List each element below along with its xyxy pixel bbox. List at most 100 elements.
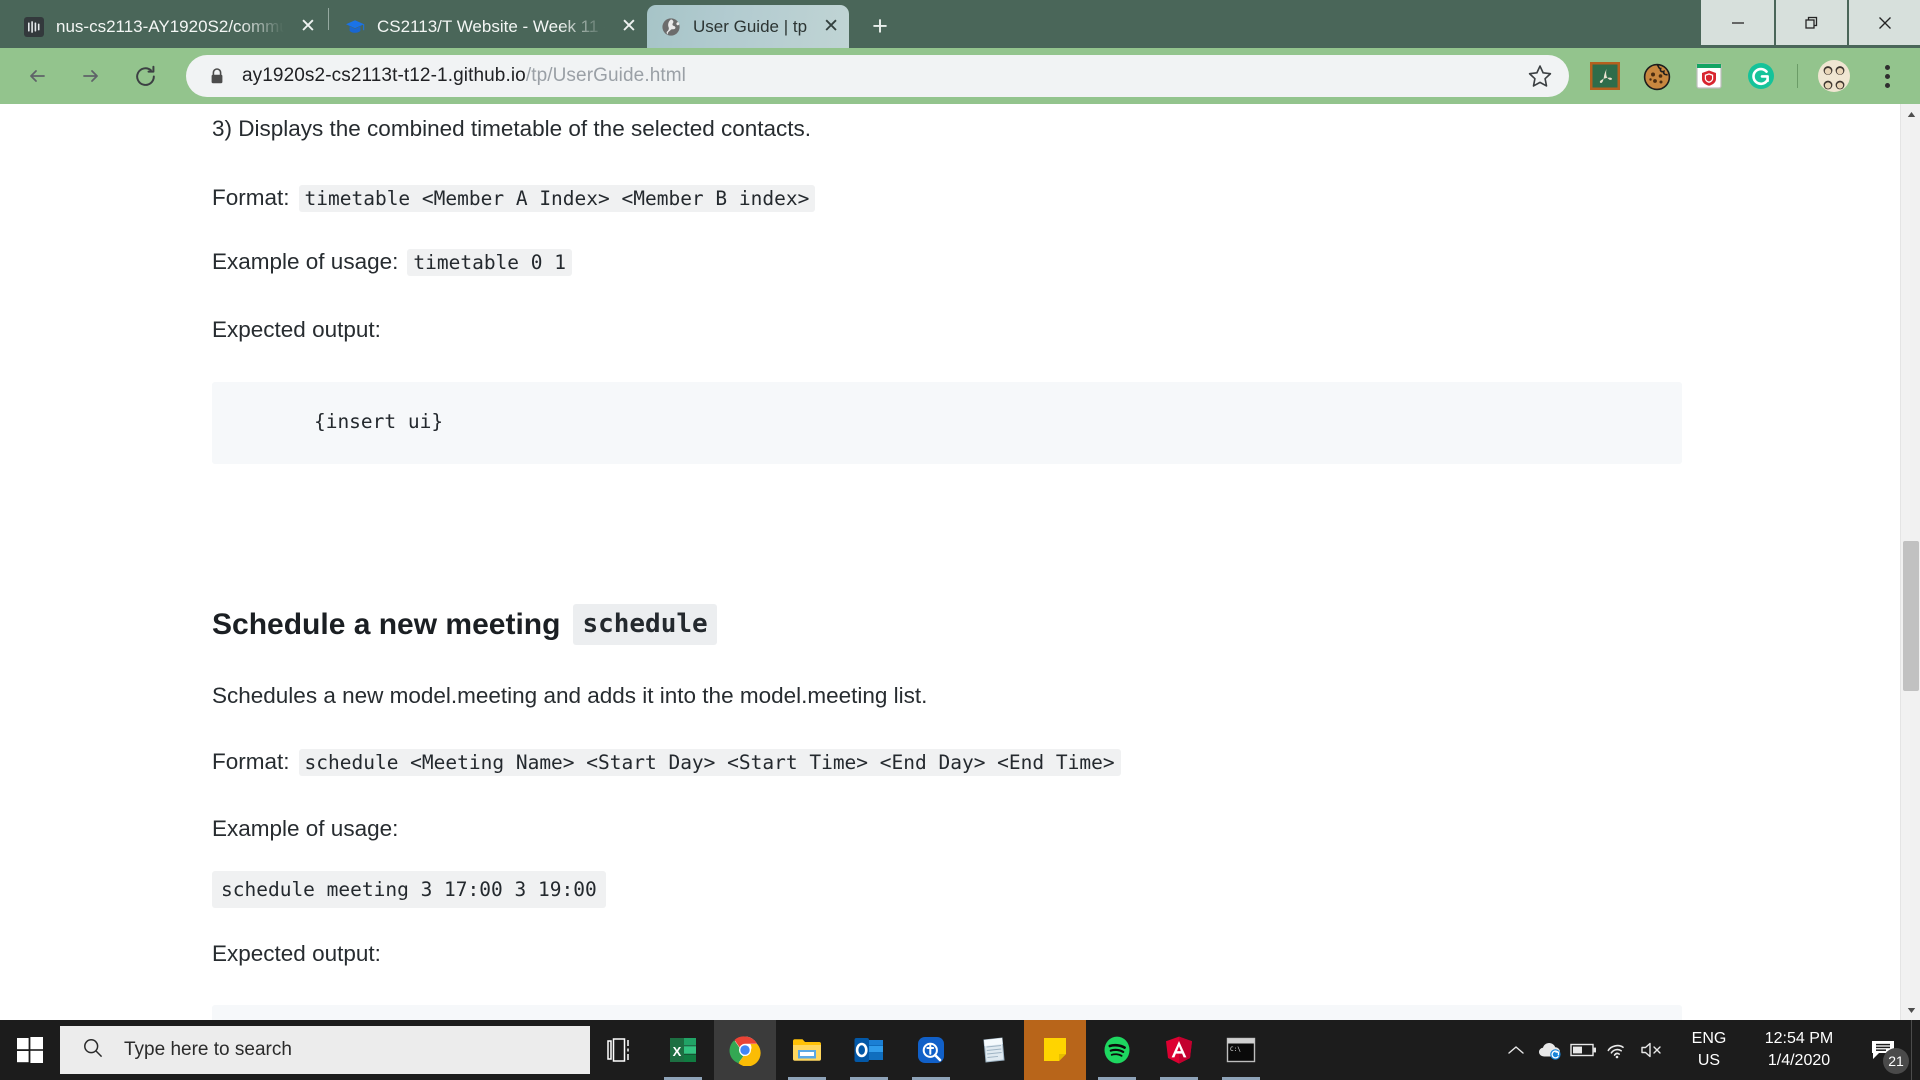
example-line-timetable: Example of usage: timetable 0 1 <box>212 249 1682 276</box>
tab-title: nus-cs2113-AY1920S2/communit <box>56 17 284 37</box>
excel-icon[interactable]: X <box>652 1020 714 1080</box>
code-block-example-schedule-wrap: schedule meeting 3 17:00 3 19:00 <box>212 878 1682 901</box>
format-code: timetable <Member A Index> <Member B ind… <box>299 185 816 212</box>
menu-dot <box>1885 83 1890 88</box>
tab-close-button[interactable]: ✕ <box>817 13 845 41</box>
example-label: Example of usage: <box>212 249 398 275</box>
volume-muted-icon[interactable] <box>1635 1020 1669 1080</box>
file-explorer-icon[interactable] <box>776 1020 838 1080</box>
format-label: Format: <box>212 185 290 211</box>
language-line-2: US <box>1698 1050 1720 1072</box>
angular-icon[interactable] <box>1148 1020 1210 1080</box>
format-line-timetable: Format: timetable <Member A Index> <Memb… <box>212 185 1682 212</box>
clock[interactable]: 12:54 PM 1/4/2020 <box>1743 1028 1855 1071</box>
forward-button[interactable] <box>70 55 112 97</box>
back-button[interactable] <box>16 55 58 97</box>
kebab-menu-icon[interactable] <box>1870 65 1904 88</box>
reload-button[interactable] <box>124 55 166 97</box>
minimize-button[interactable] <box>1701 0 1774 45</box>
outlook-icon[interactable] <box>838 1020 900 1080</box>
url-path: /tp/UserGuide.html <box>526 65 686 86</box>
cookie-icon[interactable] <box>1639 58 1675 94</box>
adobe-acrobat-icon[interactable] <box>1587 58 1623 94</box>
browser-tab-github[interactable]: nus-cs2113-AY1920S2/communit ✕ <box>10 5 326 48</box>
battery-icon[interactable] <box>1567 1020 1601 1080</box>
search-icon <box>82 1037 104 1064</box>
tray-chevron-up-icon[interactable] <box>1499 1020 1533 1080</box>
onedrive-icon[interactable] <box>1533 1020 1567 1080</box>
toolbar-divider <box>1797 64 1798 88</box>
scrollbar-down-arrow[interactable] <box>1901 1000 1920 1020</box>
avatar-icon[interactable] <box>1816 58 1852 94</box>
chrome-icon[interactable] <box>714 1020 776 1080</box>
globe-icon <box>661 17 681 37</box>
example-code: timetable 0 1 <box>407 249 572 276</box>
restore-button[interactable] <box>1774 0 1847 45</box>
scrollbar-up-arrow[interactable] <box>1901 104 1920 124</box>
format-code: schedule <Meeting Name> <Start Day> <Sta… <box>299 749 1121 776</box>
windows-taskbar: Type here to search X <box>0 1020 1920 1080</box>
code-block-example-schedule: schedule meeting 3 17:00 3 19:00 <box>212 871 606 908</box>
section-heading-schedule: Schedule a new meeting schedule <box>212 604 1682 646</box>
task-view-icon[interactable] <box>590 1020 652 1080</box>
heading-command-tag: schedule <box>573 604 716 646</box>
graduation-cap-icon <box>345 17 365 37</box>
tab-title: CS2113/T Website - Week 11 - Pr <box>377 17 605 37</box>
notification-badge: 21 <box>1883 1048 1909 1074</box>
url-host: ay1920s2-cs2113t-t12-1.github.io <box>242 65 526 86</box>
browser-toolbar: ay1920s2-cs2113t-t12-1.github.io/tp/User… <box>0 48 1920 104</box>
example-usage-label-2: Example of usage: <box>212 812 1682 846</box>
window-controls <box>1701 0 1920 48</box>
tab-close-button[interactable]: ✕ <box>615 13 643 41</box>
new-tab-button[interactable]: + <box>861 7 899 45</box>
expected-output-label-1: Expected output: <box>212 313 1682 347</box>
vertical-scrollbar[interactable] <box>1900 104 1920 1020</box>
notepad-icon[interactable] <box>962 1020 1024 1080</box>
search-placeholder-text: Type here to search <box>124 1039 292 1061</box>
browser-tab-cs2113t-website[interactable]: CS2113/T Website - Week 11 - Pr ✕ <box>331 5 647 48</box>
command-prompt-icon[interactable]: C:\ <box>1210 1020 1272 1080</box>
tab-strip: nus-cs2113-AY1920S2/communit ✕ CS2113/T … <box>0 0 1920 48</box>
format-label: Format: <box>212 749 290 775</box>
address-bar[interactable]: ay1920s2-cs2113t-t12-1.github.io/tp/User… <box>186 55 1569 97</box>
wifi-icon[interactable] <box>1601 1020 1635 1080</box>
language-line-1: ENG <box>1692 1028 1727 1050</box>
page-viewport: 3) Displays the combined timetable of th… <box>0 104 1920 1020</box>
shield-icon[interactable] <box>1691 58 1727 94</box>
code-block-expected-output-1: {insert ui} <box>212 382 1682 464</box>
teams-icon[interactable] <box>900 1020 962 1080</box>
paragraph-timetable-desc: 3) Displays the combined timetable of th… <box>212 112 1682 146</box>
tab-divider <box>328 8 329 30</box>
heading-text: Schedule a new meeting <box>212 605 560 644</box>
tab-close-button[interactable]: ✕ <box>294 13 322 41</box>
format-line-schedule: Format: schedule <Meeting Name> <Start D… <box>212 749 1682 776</box>
expected-output-label-2: Expected output: <box>212 937 1682 971</box>
spotify-icon[interactable] <box>1086 1020 1148 1080</box>
svg-text:X: X <box>673 1044 682 1059</box>
windows-start-icon[interactable] <box>0 1020 60 1080</box>
scrollbar-thumb[interactable] <box>1903 541 1919 691</box>
star-icon[interactable] <box>1523 59 1557 93</box>
browser-window: nus-cs2113-AY1920S2/communit ✕ CS2113/T … <box>0 0 1920 1020</box>
paragraph-schedule-desc: Schedules a new model.meeting and adds i… <box>212 679 1682 713</box>
show-desktop-button[interactable] <box>1911 1020 1920 1080</box>
github-icon <box>24 17 44 37</box>
system-tray: ENG US 12:54 PM 1/4/2020 21 <box>1499 1020 1920 1080</box>
menu-dot <box>1885 65 1890 70</box>
clock-date: 1/4/2020 <box>1768 1050 1830 1072</box>
language-indicator[interactable]: ENG US <box>1681 1028 1737 1071</box>
user-guide-document: 3) Displays the combined timetable of th… <box>0 104 1868 1020</box>
menu-dot <box>1885 74 1890 79</box>
notification-icon[interactable]: 21 <box>1855 1020 1911 1080</box>
clock-time: 12:54 PM <box>1765 1028 1833 1050</box>
svg-text:C:\: C:\ <box>1230 1046 1241 1053</box>
grammarly-icon[interactable] <box>1743 58 1779 94</box>
sticky-notes-icon[interactable] <box>1024 1020 1086 1080</box>
browser-tab-user-guide[interactable]: User Guide | tp ✕ <box>647 5 849 48</box>
close-button[interactable] <box>1847 0 1920 45</box>
tab-title: User Guide | tp <box>693 17 807 37</box>
lock-icon <box>206 67 228 85</box>
code-block-expected-output-2: {insert ui} <box>212 1005 1682 1020</box>
taskbar-search-input[interactable]: Type here to search <box>60 1026 590 1074</box>
document-column: 3) Displays the combined timetable of th… <box>212 112 1682 1020</box>
